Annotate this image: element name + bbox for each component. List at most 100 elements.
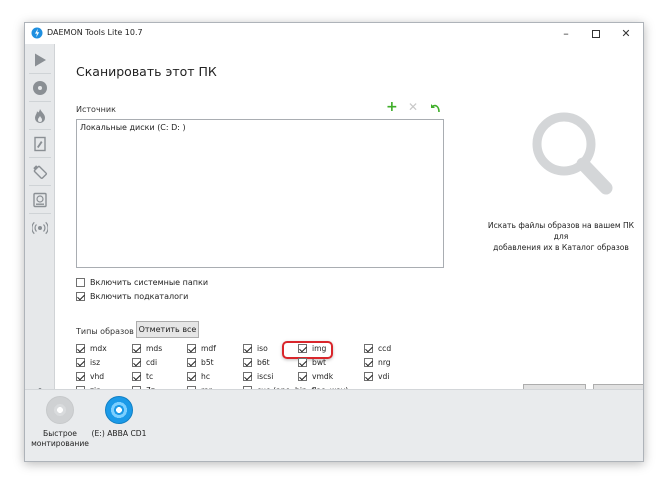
remove-source-icon[interactable]: ✕ xyxy=(408,101,418,113)
mount-dock: Быстрое монтирование (E:) ABBA CD1 xyxy=(25,389,643,461)
include-subfolders-checkbox[interactable] xyxy=(76,292,85,301)
scan-hint-line: Искать файлы образов на вашем ПК для xyxy=(487,221,635,241)
sidebar-divider xyxy=(29,73,51,74)
add-source-icon[interactable]: + xyxy=(386,100,398,114)
image-type-label: img xyxy=(312,344,327,353)
window-title: DAEMON Tools Lite 10.7 xyxy=(47,28,143,37)
image-type-nrg[interactable]: nrg xyxy=(364,358,391,367)
include-subfolders-label: Включить подкаталоги xyxy=(90,292,189,301)
undo-icon[interactable] xyxy=(429,102,441,114)
image-type-label: b6t xyxy=(257,358,270,367)
disc-icon[interactable] xyxy=(30,78,50,98)
page-title: Сканировать этот ПК xyxy=(76,64,217,79)
image-type-checkbox[interactable] xyxy=(298,344,307,353)
image-type-label: mdx xyxy=(90,344,107,353)
image-type-checkbox[interactable] xyxy=(243,358,252,367)
play-icon[interactable] xyxy=(30,50,50,70)
image-type-vhd[interactable]: vhd xyxy=(76,372,104,381)
sidebar-divider xyxy=(29,129,51,130)
list-item[interactable]: Локальные диски (C: D: ) xyxy=(80,123,186,132)
sidebar xyxy=(25,44,55,404)
search-magnifier-icon xyxy=(532,112,613,195)
image-type-tc[interactable]: tc xyxy=(132,372,153,381)
image-type-vdi[interactable]: vdi xyxy=(364,372,389,381)
mounted-drive-label: (E:) ABBA CD1 xyxy=(91,429,147,438)
image-type-checkbox[interactable] xyxy=(364,344,373,353)
image-type-label: vdi xyxy=(378,372,390,381)
image-type-label: nrg xyxy=(378,358,391,367)
image-type-hc[interactable]: hc xyxy=(187,372,210,381)
image-type-checkbox[interactable] xyxy=(243,344,252,353)
image-type-mds[interactable]: mds xyxy=(132,344,162,353)
mounted-disc-icon[interactable] xyxy=(105,396,133,424)
image-type-checkbox[interactable] xyxy=(243,372,252,381)
image-type-label: iso xyxy=(257,344,268,353)
image-type-iscsi[interactable]: iscsi xyxy=(243,372,273,381)
include-system-folders-option[interactable]: Включить системные папки xyxy=(76,278,208,287)
image-type-checkbox[interactable] xyxy=(364,358,373,367)
sidebar-divider xyxy=(29,185,51,186)
image-types-label: Типы образов xyxy=(76,327,134,336)
image-type-isz[interactable]: isz xyxy=(76,358,100,367)
image-type-vmdk[interactable]: vmdk xyxy=(298,372,333,381)
image-type-label: ccd xyxy=(378,344,392,353)
image-type-label: isz xyxy=(90,358,101,367)
virtual-hdd-icon[interactable] xyxy=(30,190,50,210)
image-type-iso[interactable]: iso xyxy=(243,344,268,353)
scan-hint-line: добавления их в Каталог образов xyxy=(493,243,629,252)
include-system-folders-checkbox[interactable] xyxy=(76,278,85,287)
close-button[interactable]: ✕ xyxy=(611,23,641,44)
image-type-checkbox[interactable] xyxy=(132,344,141,353)
source-label: Источник xyxy=(76,105,116,114)
image-type-label: mdf xyxy=(201,344,216,353)
image-type-label: vmdk xyxy=(312,372,334,381)
image-type-cdi[interactable]: cdi xyxy=(132,358,157,367)
minimize-button[interactable]: – xyxy=(551,23,581,44)
image-type-checkbox[interactable] xyxy=(76,358,85,367)
image-type-label: b5t xyxy=(201,358,214,367)
image-type-label: tc xyxy=(146,372,154,381)
image-editor-icon[interactable] xyxy=(30,134,50,154)
scan-pc-panel: Сканировать этот ПК Источник + ✕ Локальн… xyxy=(56,44,643,402)
usb-icon[interactable] xyxy=(30,162,50,182)
sidebar-divider xyxy=(29,213,51,214)
check-all-button[interactable]: Отметить все xyxy=(136,321,199,338)
image-type-label: hc xyxy=(201,372,210,381)
title-bar: DAEMON Tools Lite 10.7 – ✕ xyxy=(25,23,643,44)
image-type-ccd[interactable]: ccd xyxy=(364,344,391,353)
image-type-checkbox[interactable] xyxy=(76,344,85,353)
dock-label-line: монтирование xyxy=(31,439,89,448)
image-type-label: mds xyxy=(146,344,163,353)
app-window: DAEMON Tools Lite 10.7 – ✕ Сканировать э… xyxy=(24,22,644,462)
image-type-checkbox[interactable] xyxy=(364,372,373,381)
image-type-checkbox[interactable] xyxy=(187,358,196,367)
image-type-checkbox[interactable] xyxy=(187,344,196,353)
image-type-b5t[interactable]: b5t xyxy=(187,358,214,367)
image-type-checkbox[interactable] xyxy=(298,372,307,381)
image-type-label: bwt xyxy=(312,358,327,367)
network-icon[interactable] xyxy=(30,218,50,238)
image-type-label: iscsi xyxy=(257,372,274,381)
source-list[interactable]: Локальные диски (C: D: ) xyxy=(76,119,444,268)
include-system-folders-label: Включить системные папки xyxy=(90,278,209,287)
image-type-label: vhd xyxy=(90,372,105,381)
image-type-b6t[interactable]: b6t xyxy=(243,358,270,367)
burn-icon[interactable] xyxy=(30,106,50,126)
include-subfolders-option[interactable]: Включить подкаталоги xyxy=(76,292,188,301)
image-type-checkbox[interactable] xyxy=(132,372,141,381)
mounted-drive-item[interactable]: (E:) ABBA CD1 xyxy=(84,396,154,439)
image-type-checkbox[interactable] xyxy=(298,358,307,367)
image-type-mdf[interactable]: mdf xyxy=(187,344,216,353)
maximize-button[interactable] xyxy=(581,23,611,44)
daemon-tools-logo-icon xyxy=(31,27,43,39)
image-type-bwt[interactable]: bwt xyxy=(298,358,326,367)
sidebar-divider xyxy=(29,101,51,102)
quick-mount-disc-icon[interactable] xyxy=(46,396,74,424)
image-type-img[interactable]: img xyxy=(298,344,326,353)
image-type-checkbox[interactable] xyxy=(76,372,85,381)
image-type-checkbox[interactable] xyxy=(132,358,141,367)
scan-hint-text: Искать файлы образов на вашем ПК для доб… xyxy=(481,220,641,253)
image-type-checkbox[interactable] xyxy=(187,372,196,381)
image-type-mdx[interactable]: mdx xyxy=(76,344,107,353)
sidebar-divider xyxy=(29,157,51,158)
